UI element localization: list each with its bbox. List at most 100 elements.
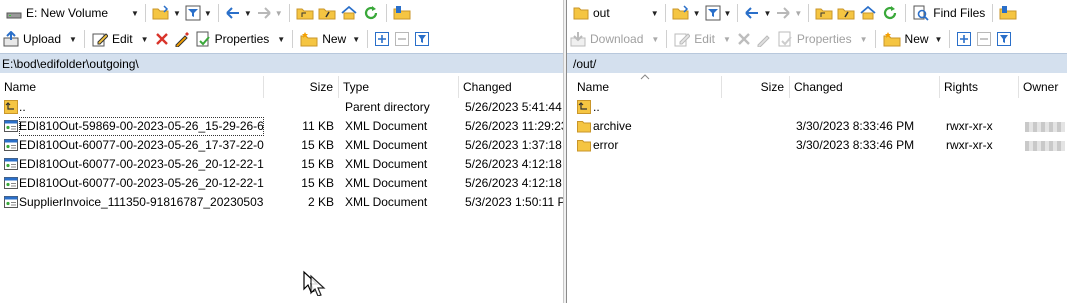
open-folder-button[interactable]: ▼ bbox=[150, 2, 183, 24]
find-files-button[interactable]: Find Files bbox=[910, 2, 988, 24]
chevron-down-icon[interactable]: ▼ bbox=[141, 35, 149, 44]
file-row[interactable]: EDI810Out-60077-00-2023-05-26_17-37-22-0… bbox=[0, 136, 563, 155]
chevron-down-icon[interactable]: ▼ bbox=[352, 35, 360, 44]
forward-button[interactable]: ▼ bbox=[773, 2, 804, 24]
chevron-down-icon[interactable]: ▼ bbox=[204, 9, 212, 18]
delete-button[interactable] bbox=[152, 28, 172, 50]
parent-directory-button[interactable] bbox=[813, 2, 835, 24]
drive-selector[interactable]: E: New Volume ▼ bbox=[2, 3, 141, 23]
remote-file-row[interactable]: .. bbox=[567, 98, 1067, 117]
column-name[interactable]: Name bbox=[0, 76, 264, 98]
refresh-icon bbox=[364, 6, 377, 20]
open-folder-button[interactable]: ▼ bbox=[670, 2, 703, 24]
chevron-down-icon[interactable]: ▼ bbox=[935, 35, 943, 44]
file-size: 15 KB bbox=[301, 176, 334, 190]
remote-folder-selector[interactable]: out ▼ bbox=[569, 3, 661, 23]
filter-button[interactable]: ▼ bbox=[703, 2, 734, 24]
drive-icon bbox=[6, 12, 22, 19]
toolbar-separator bbox=[905, 4, 907, 22]
column-changed[interactable]: Changed bbox=[790, 76, 940, 98]
file-type: Parent directory bbox=[345, 100, 430, 114]
download-button[interactable]: Download ▼ bbox=[567, 28, 662, 50]
properties-button[interactable]: Properties ▼ bbox=[774, 28, 871, 50]
file-row[interactable]: EDI810Out-60077-00-2023-05-26_20-12-22-1… bbox=[0, 174, 563, 193]
home-directory-button[interactable] bbox=[338, 2, 360, 24]
chevron-down-icon[interactable]: ▼ bbox=[244, 9, 252, 18]
column-rights[interactable]: Rights bbox=[940, 76, 1019, 98]
file-row[interactable]: EDI810Out-59869-00-2023-05-26_15-29-26-6… bbox=[0, 117, 563, 136]
chevron-down-icon[interactable]: ▼ bbox=[277, 35, 285, 44]
bookmark-folder-icon bbox=[393, 6, 411, 20]
upload-button[interactable]: Upload ▼ bbox=[0, 28, 80, 50]
remote-file-row[interactable]: error 3/30/2023 8:33:46 PM rwxr-xr-x bbox=[567, 136, 1067, 155]
parent-directory-button[interactable] bbox=[294, 2, 316, 24]
select-files-button[interactable] bbox=[954, 28, 974, 50]
filter-files-button[interactable] bbox=[994, 28, 1014, 50]
rename-button[interactable] bbox=[172, 28, 192, 50]
refresh-button[interactable] bbox=[879, 2, 901, 24]
remote-path: /out/ bbox=[573, 56, 597, 71]
column-name-label: Name bbox=[4, 80, 37, 94]
open-folder-icon bbox=[672, 5, 689, 20]
toolbar-separator bbox=[385, 4, 387, 22]
chevron-down-icon[interactable]: ▼ bbox=[693, 9, 701, 18]
home-icon bbox=[341, 5, 357, 20]
column-owner[interactable]: Owner bbox=[1019, 76, 1067, 98]
chevron-down-icon[interactable]: ▼ bbox=[651, 35, 659, 44]
toolbar-separator bbox=[992, 4, 994, 22]
chevron-down-icon[interactable]: ▼ bbox=[724, 9, 732, 18]
unselect-files-button[interactable] bbox=[392, 28, 412, 50]
chevron-down-icon[interactable]: ▼ bbox=[763, 9, 771, 18]
select-files-button[interactable] bbox=[372, 28, 392, 50]
column-size[interactable]: Size bbox=[264, 76, 339, 98]
local-path-bar[interactable]: E:\bod\edifolder\outgoing\ bbox=[0, 53, 563, 73]
rename-button[interactable] bbox=[754, 28, 774, 50]
properties-button[interactable]: Properties ▼ bbox=[192, 28, 289, 50]
root-directory-button[interactable] bbox=[316, 2, 338, 24]
folder-icon bbox=[577, 140, 591, 152]
file-name: EDI810Out-59869-00-2023-05-26_15-29-26-6… bbox=[19, 117, 264, 136]
forward-button[interactable]: ▼ bbox=[254, 2, 285, 24]
file-row[interactable]: EDI810Out-60077-00-2023-05-26_20-12-22-1… bbox=[0, 155, 563, 174]
local-pane: E: New Volume ▼ ▼ ▼ ▼ ▼ Upload ▼ Edit ▼ … bbox=[0, 0, 563, 303]
file-changed: 5/3/2023 1:50:11 P bbox=[465, 195, 563, 209]
minus-square-icon bbox=[977, 32, 992, 46]
new-button[interactable]: New ▼ bbox=[880, 28, 946, 50]
chevron-down-icon[interactable]: ▼ bbox=[69, 35, 77, 44]
remote-toolbar-navigation: out ▼ ▼ ▼ ▼ ▼ Find Files bbox=[567, 0, 1067, 26]
file-name: .. bbox=[593, 100, 600, 114]
chevron-down-icon[interactable]: ▼ bbox=[173, 9, 181, 18]
remote-file-row[interactable]: archive 3/30/2023 8:33:46 PM rwxr-xr-x bbox=[567, 117, 1067, 136]
root-folder-icon bbox=[318, 8, 336, 20]
back-button[interactable]: ▼ bbox=[223, 2, 254, 24]
delete-button[interactable] bbox=[734, 28, 754, 50]
remote-pane: out ▼ ▼ ▼ ▼ ▼ Find Files Download ▼ Edit… bbox=[567, 0, 1067, 303]
home-directory-button[interactable] bbox=[857, 2, 879, 24]
chevron-down-icon[interactable]: ▼ bbox=[794, 9, 802, 18]
column-size[interactable]: Size bbox=[722, 76, 790, 98]
column-type[interactable]: Type bbox=[339, 76, 459, 98]
bookmarks-button[interactable] bbox=[997, 2, 1019, 24]
chevron-down-icon[interactable]: ▼ bbox=[651, 9, 659, 18]
file-name: EDI810Out-60077-00-2023-05-26_20-12-22-1… bbox=[19, 176, 264, 190]
back-button[interactable]: ▼ bbox=[742, 2, 773, 24]
bookmarks-button[interactable] bbox=[391, 2, 413, 24]
rename-icon bbox=[757, 35, 770, 47]
column-changed[interactable]: Changed bbox=[459, 76, 563, 98]
chevron-down-icon[interactable]: ▼ bbox=[860, 35, 868, 44]
new-button[interactable]: New ▼ bbox=[297, 28, 363, 50]
unselect-files-button[interactable] bbox=[974, 28, 994, 50]
chevron-down-icon[interactable]: ▼ bbox=[275, 9, 283, 18]
filter-button[interactable]: ▼ bbox=[183, 2, 214, 24]
file-row[interactable]: .. Parent directory 5/26/2023 5:41:44 I bbox=[0, 98, 563, 117]
edit-button[interactable]: Edit ▼ bbox=[671, 28, 734, 50]
chevron-down-icon[interactable]: ▼ bbox=[723, 35, 731, 44]
chevron-down-icon[interactable]: ▼ bbox=[131, 9, 139, 18]
remote-path-bar[interactable]: /out/ bbox=[567, 53, 1067, 73]
root-directory-button[interactable] bbox=[835, 2, 857, 24]
edit-button[interactable]: Edit ▼ bbox=[89, 28, 152, 50]
file-row[interactable]: SupplierInvoice_111350-91816787_20230503… bbox=[0, 193, 563, 212]
refresh-button[interactable] bbox=[360, 2, 382, 24]
filter-icon bbox=[705, 5, 721, 21]
filter-files-button[interactable] bbox=[412, 28, 432, 50]
